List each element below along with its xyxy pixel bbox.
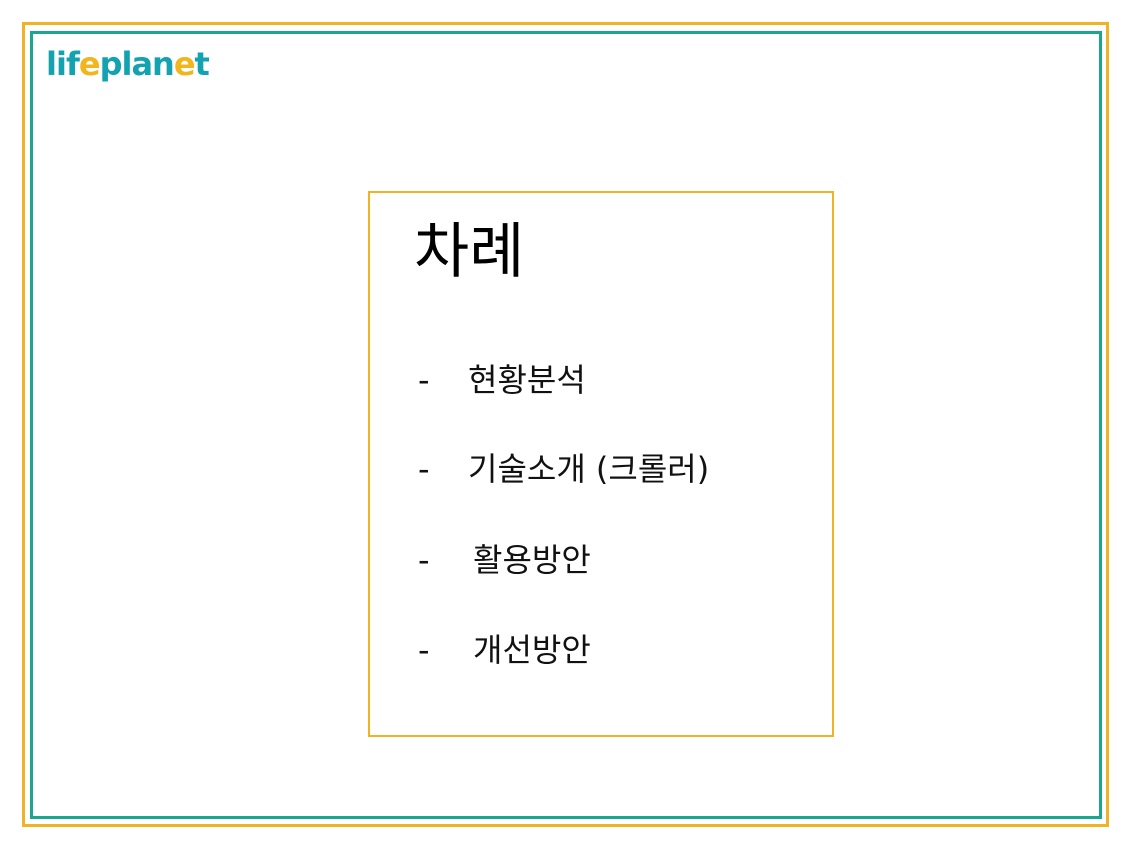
toc-item-label: 활용방안 (473, 541, 591, 579)
toc-title: 차례 (414, 217, 525, 287)
toc-item-label: 기술소개 (크롤러) (468, 450, 710, 488)
list-bullet: - (418, 541, 430, 579)
toc-item-tech-intro: - 기술소개 (크롤러) (418, 453, 709, 485)
list-bullet: - (418, 361, 430, 399)
toc-item-label: 개선방안 (473, 631, 591, 669)
toc-item-improvement-plan: - 개선방안 (418, 634, 591, 666)
list-bullet: - (418, 450, 430, 488)
lifeplanet-logo: lifeplanet (46, 45, 210, 83)
list-bullet: - (418, 631, 430, 669)
toc-item-label: 현황분석 (468, 361, 586, 399)
toc-item-status-analysis: - 현황분석 (418, 364, 586, 396)
toc-item-usage-plan: - 활용방안 (418, 544, 591, 576)
